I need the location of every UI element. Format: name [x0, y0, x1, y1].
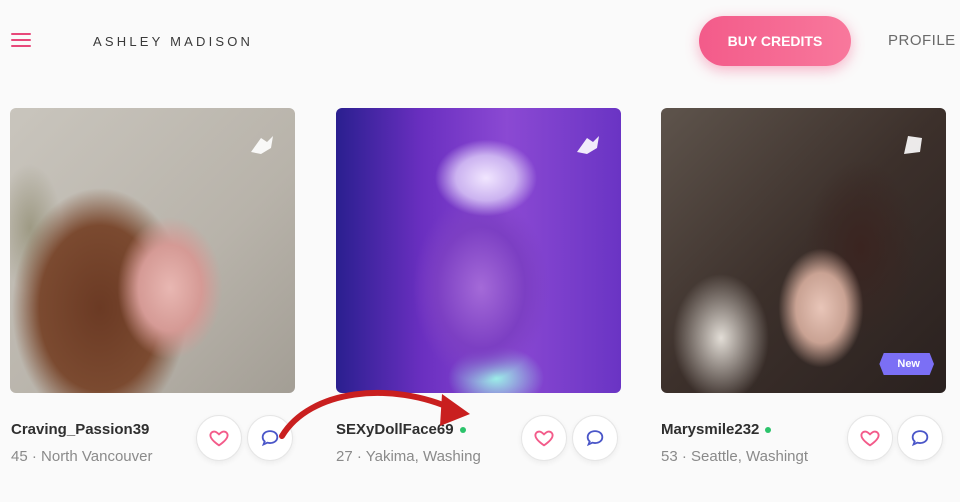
- chat-button[interactable]: [572, 415, 618, 461]
- online-indicator: [765, 427, 772, 434]
- profile-location: 27 · Yakima, Washing: [336, 448, 481, 465]
- hamburger-menu-icon[interactable]: [11, 33, 31, 49]
- chat-bubble-icon: [911, 430, 929, 447]
- new-badge: New: [879, 353, 934, 375]
- chat-button[interactable]: [247, 415, 293, 461]
- profile-name[interactable]: SEXyDollFace69: [336, 421, 466, 438]
- profile-location: 45 · North Vancouver: [11, 448, 153, 465]
- brand-logo[interactable]: ASHLEY MADISON: [93, 34, 253, 49]
- heart-icon: [860, 430, 880, 447]
- private-photo-icon: [577, 136, 599, 154]
- top-bar: ASHLEY MADISON BUY CREDITS PROFILE: [0, 0, 960, 90]
- chat-bubble-icon: [261, 430, 279, 447]
- like-button[interactable]: [196, 415, 242, 461]
- private-photo-icon: [904, 136, 922, 154]
- like-button[interactable]: [847, 415, 893, 461]
- profile-photo[interactable]: [336, 108, 621, 393]
- private-photo-icon: [251, 136, 273, 154]
- profile-photo[interactable]: [10, 108, 295, 393]
- profile-link[interactable]: PROFILE: [888, 32, 956, 49]
- online-indicator: [459, 427, 466, 434]
- profile-name[interactable]: Marysmile232: [661, 421, 772, 438]
- profile-name[interactable]: Craving_Passion39: [11, 421, 149, 438]
- profile-location: 53 · Seattle, Washingt: [661, 448, 809, 465]
- buy-credits-button[interactable]: BUY CREDITS: [699, 16, 851, 66]
- profile-photo[interactable]: New: [661, 108, 946, 393]
- heart-icon: [209, 430, 229, 447]
- chat-button[interactable]: [897, 415, 943, 461]
- chat-bubble-icon: [586, 430, 604, 447]
- like-button[interactable]: [521, 415, 567, 461]
- heart-icon: [534, 430, 554, 447]
